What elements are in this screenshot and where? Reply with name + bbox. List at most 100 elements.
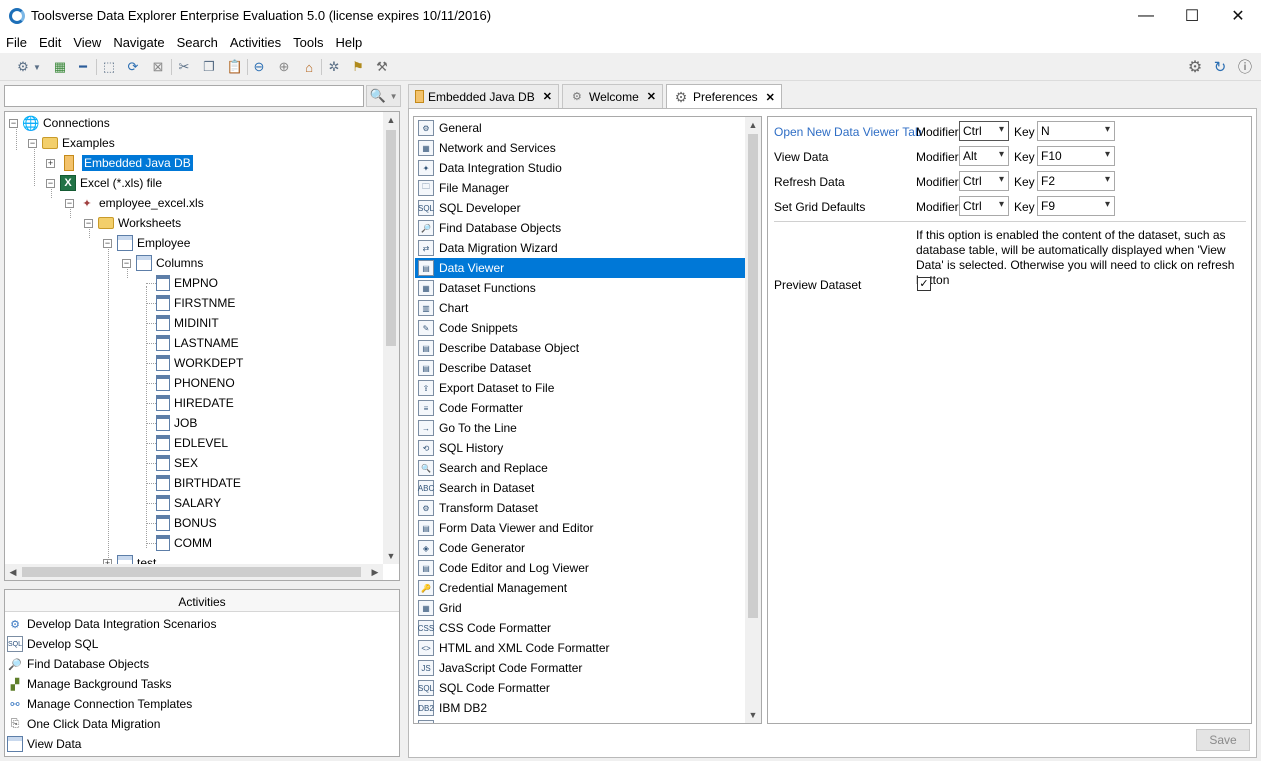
preference-item[interactable]: ⇄ Data Migration Wizard [415,238,745,258]
key-select-open-new-tab[interactable]: N ▾ [1037,121,1115,141]
preference-item[interactable]: 🔎 Find Database Objects [415,218,745,238]
menu-navigate[interactable]: Navigate [107,32,170,53]
menu-activities[interactable]: Activities [224,32,287,53]
preference-item[interactable]: ▤ Code Editor and Log Viewer [415,558,745,578]
modifier-select-view-data[interactable]: Alt ▾ [959,146,1009,166]
collapse-icon[interactable]: − [65,198,74,208]
activity-develop-sql[interactable]: SQL Develop SQL [7,634,98,654]
modifier-select-open-new-tab[interactable]: Ctrl ▾ [959,121,1009,141]
tree-node-column[interactable]: SALARY [156,494,221,512]
menu-help[interactable]: Help [329,32,368,53]
search-input[interactable] [4,85,364,107]
scroll-down-icon[interactable]: ▼ [383,548,399,564]
preference-item[interactable]: 🗀 File Manager [415,178,745,198]
tree-node-column[interactable]: JOB [156,414,197,432]
tree-node-column[interactable]: FIRSTNME [156,294,235,312]
activity-develop-data-integration[interactable]: ⚙ Develop Data Integration Scenarios [7,614,216,634]
info-icon[interactable]: ⓘ [1236,58,1254,76]
key-select-refresh-data[interactable]: F2 ▾ [1037,171,1115,191]
tree-node-column[interactable]: PHONENO [156,374,235,392]
select-icon[interactable]: ⬚ [100,58,118,76]
scrollbar-thumb[interactable] [386,130,396,346]
tree-node-column[interactable]: EDLEVEL [156,434,228,452]
dropdown-icon[interactable]: ▼ [32,58,42,76]
home-icon[interactable]: ⌂ [300,58,318,76]
update-icon[interactable]: ↻ [1211,58,1229,76]
tree-node-connections[interactable]: − 🌐 Connections [9,114,110,132]
preference-item[interactable]: SQL SQL Code Formatter [415,678,745,698]
tree-node-column[interactable]: HIREDATE [156,394,234,412]
tree-node-examples[interactable]: − Examples [28,134,115,152]
preference-item[interactable]: ⚙ Transform Dataset [415,498,745,518]
modifier-select-set-grid-defaults[interactable]: Ctrl ▾ [959,196,1009,216]
collapse-icon[interactable]: − [46,178,55,188]
preference-item[interactable]: ≡ Code Formatter [415,398,745,418]
preference-item[interactable]: SQL SQL Developer [415,198,745,218]
settings-icon[interactable]: ⚙ [1186,58,1204,76]
save-button[interactable]: Save [1196,729,1250,751]
preference-item[interactable]: ▤ Data Viewer [415,258,745,278]
collapse-icon[interactable]: − [122,258,131,268]
activity-manage-background-tasks[interactable]: ▞ Manage Background Tasks [7,674,172,694]
preference-item[interactable]: ▦ Dataset Functions [415,278,745,298]
scrollbar-thumb[interactable] [22,567,361,577]
preference-item[interactable]: ▥ Chart [415,298,745,318]
preference-item[interactable]: ABC Search in Dataset [415,478,745,498]
collapse-icon[interactable]: − [84,218,93,228]
expand-icon[interactable]: + [46,158,55,168]
tab-preferences[interactable]: ⚙ Preferences ✕ [665,84,782,109]
tree-node-column[interactable]: MIDINIT [156,314,219,332]
stop-icon[interactable]: ⊠ [149,58,167,76]
collapse-icon[interactable]: − [28,138,37,148]
key-select-view-data[interactable]: F10 ▾ [1037,146,1115,166]
preference-item[interactable]: <> HTML and XML Code Formatter [415,638,745,658]
collapse-icon[interactable]: − [103,238,112,248]
preference-item[interactable]: CSS CSS Code Formatter [415,618,745,638]
collapse-icon[interactable]: − [9,118,18,128]
branch-icon[interactable]: ⚑ [349,58,367,76]
preference-item[interactable]: ▦ Network and Services [415,138,745,158]
add-icon[interactable]: ▦ [51,58,69,76]
preference-item[interactable]: 🔍 Search and Replace [415,458,745,478]
tree-node-employee-excel[interactable]: − ✦ employee_excel.xls [65,194,204,212]
tree-node-worksheets[interactable]: − Worksheets [84,214,181,232]
tree-node-column[interactable]: BIRTHDATE [156,474,241,492]
copy-icon[interactable]: ❐ [200,58,218,76]
modifier-select-refresh-data[interactable]: Ctrl ▾ [959,171,1009,191]
back-icon[interactable]: ⊖ [250,58,268,76]
close-icon[interactable]: ✕ [766,91,775,104]
scroll-right-icon[interactable]: ▶ [367,564,383,580]
preference-item[interactable]: ✎ Code Snippets [415,318,745,338]
menu-search[interactable]: Search [171,32,224,53]
preference-item[interactable]: 🔑 Credential Management [415,578,745,598]
minimize-button[interactable]: — [1123,0,1169,32]
tree-node-column[interactable]: SEX [156,454,198,472]
preference-item[interactable]: ▤ Describe Database Object [415,338,745,358]
tree-node-column[interactable]: EMPNO [156,274,218,292]
preference-item[interactable]: → Go To the Line [415,418,745,438]
tasks-icon[interactable]: ⚒ [373,58,391,76]
preference-item[interactable]: ◈ Code Generator [415,538,745,558]
preferences-scrollbar[interactable]: ▲ ▼ [745,117,761,723]
preview-dataset-checkbox[interactable]: ✓ [917,277,931,291]
scroll-left-icon[interactable]: ◀ [5,564,21,580]
tree-node-column[interactable]: COMM [156,534,212,552]
tree-node-columns[interactable]: − Columns [122,254,203,272]
key-select-set-grid-defaults[interactable]: F9 ▾ [1037,196,1115,216]
close-icon[interactable]: ✕ [543,90,552,103]
menu-view[interactable]: View [67,32,107,53]
menu-edit[interactable]: Edit [33,32,67,53]
tree-node-embedded-java-db[interactable]: + Embedded Java DB [46,154,193,172]
preference-item[interactable]: ⟲ SQL History [415,438,745,458]
preference-item[interactable]: JS JavaScript Code Formatter [415,658,745,678]
menu-tools[interactable]: Tools [287,32,329,53]
activity-view-data[interactable]: View Data [7,734,81,754]
tree-node-column[interactable]: LASTNAME [156,334,239,352]
tree-node-column[interactable]: BONUS [156,514,217,532]
activity-one-click-data-migration[interactable]: ⎘ One Click Data Migration [7,714,161,734]
menu-file[interactable]: File [0,32,33,53]
tree-node-excel-file[interactable]: − X Excel (*.xls) file [46,174,162,192]
cut-icon[interactable]: ✂ [175,58,193,76]
preference-item[interactable]: ▦ Grid [415,598,745,618]
forward-icon[interactable]: ⊕ [275,58,293,76]
